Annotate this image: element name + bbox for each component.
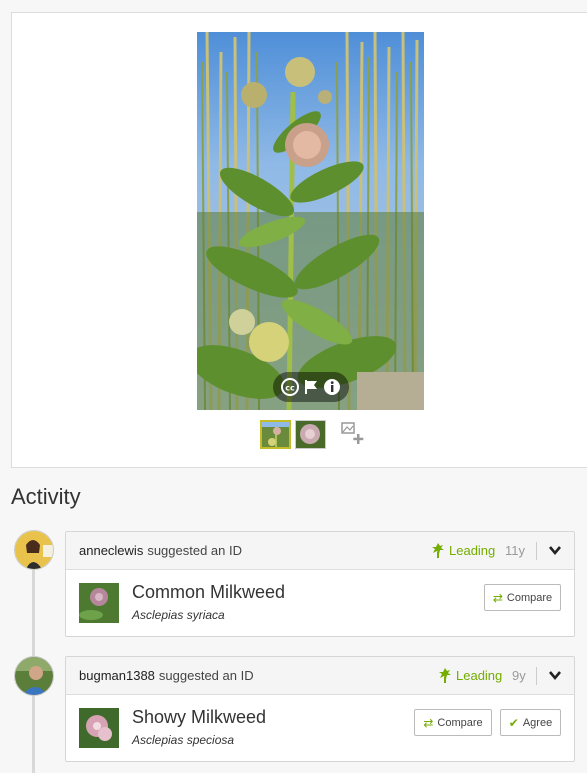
avatar-user-1[interactable]	[14, 530, 54, 570]
taxon-common-name[interactable]: Common Milkweed	[132, 582, 285, 603]
photo-panel: cc	[11, 12, 587, 468]
identification-card-1: anneclewis suggested an ID Leading 11y C…	[65, 531, 575, 637]
agree-label: Agree	[522, 716, 553, 729]
leading-status: Leading	[431, 542, 495, 558]
action-text: suggested an ID	[147, 543, 243, 558]
compare-label: Compare	[506, 591, 553, 604]
compare-icon: ⇄	[492, 590, 503, 605]
avatar-user-2[interactable]	[14, 656, 54, 696]
thumbnail-strip	[260, 419, 370, 449]
age-label: 11y	[505, 543, 525, 558]
divider	[536, 667, 537, 685]
flag-icon[interactable]	[304, 379, 318, 395]
compare-icon: ⇄	[423, 715, 434, 730]
leading-taxon-icon	[432, 543, 444, 558]
identification-header: bugman1388 suggested an ID Leading 9y	[66, 657, 574, 695]
leading-status: Leading	[438, 667, 502, 683]
activity-heading: Activity	[11, 484, 81, 509]
taxon-photo[interactable]	[79, 583, 119, 623]
svg-text:cc: cc	[285, 384, 295, 393]
agree-button[interactable]: ✔ Agree	[500, 709, 561, 736]
add-photo-button[interactable]	[340, 419, 370, 449]
compare-button[interactable]: ⇄ Compare	[414, 709, 492, 736]
identification-body: Showy Milkweed Asclepias speciosa ⇄ Comp…	[66, 695, 574, 761]
chevron-down-icon[interactable]	[548, 668, 562, 685]
info-icon[interactable]	[323, 378, 341, 396]
divider	[536, 542, 537, 560]
taxon-photo[interactable]	[79, 708, 119, 748]
leading-label: Leading	[456, 667, 503, 683]
add-image-icon	[341, 422, 364, 444]
identification-body: Common Milkweed Asclepias syriaca ⇄ Comp…	[66, 570, 574, 636]
checkmark-icon: ✔	[508, 715, 519, 730]
leading-label: Leading	[449, 542, 496, 558]
cc-license-icon[interactable]: cc	[280, 378, 299, 396]
photo-controls: cc	[273, 372, 349, 402]
chevron-down-icon[interactable]	[548, 543, 562, 560]
user-link[interactable]: bugman1388	[79, 668, 155, 683]
compare-button[interactable]: ⇄ Compare	[484, 584, 561, 611]
user-link[interactable]: anneclewis	[79, 543, 143, 558]
leading-taxon-icon	[439, 668, 451, 683]
taxon-scientific-name: Asclepias syriaca	[132, 608, 225, 622]
thumbnail-2[interactable]	[295, 419, 326, 449]
identification-card-2: bugman1388 suggested an ID Leading 9y Sh…	[65, 656, 575, 762]
main-observation-photo[interactable]: cc	[197, 32, 424, 410]
identification-header: anneclewis suggested an ID Leading 11y	[66, 532, 574, 570]
action-text: suggested an ID	[158, 668, 254, 683]
taxon-scientific-name: Asclepias speciosa	[132, 733, 235, 747]
thumbnail-1[interactable]	[260, 419, 291, 449]
compare-label: Compare	[437, 716, 483, 729]
age-label: 9y	[512, 668, 526, 683]
taxon-common-name[interactable]: Showy Milkweed	[132, 707, 266, 728]
